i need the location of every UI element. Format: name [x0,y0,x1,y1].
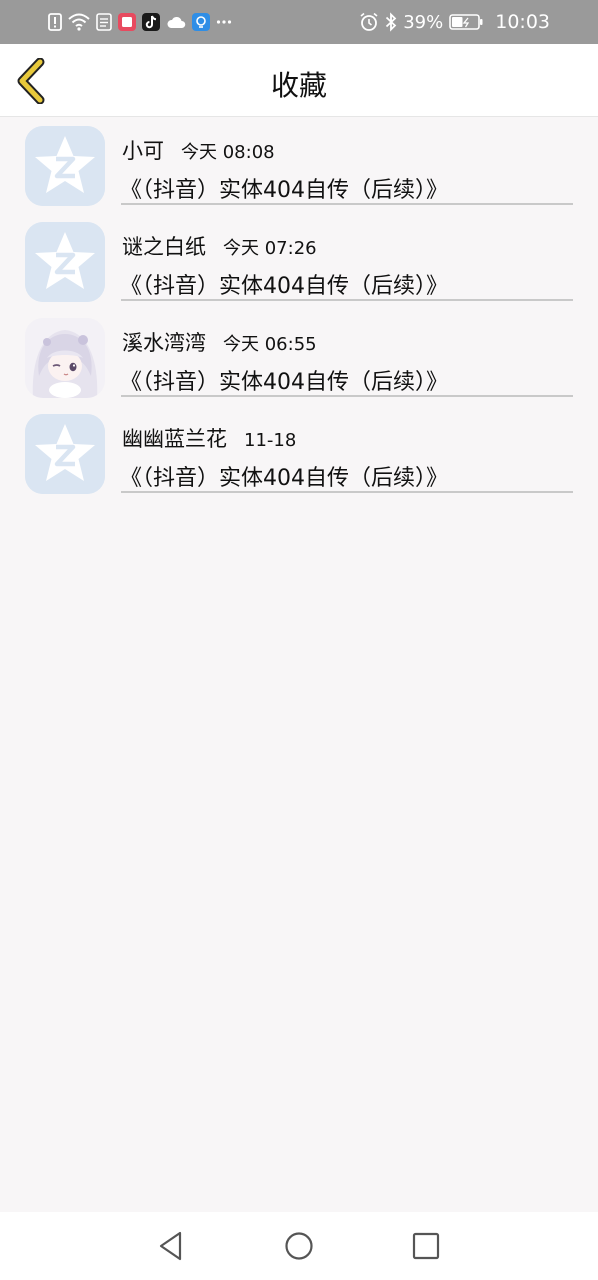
work-title: 《（抖音）实体404自传（后续）》 [120,274,448,299]
bulb-app-icon [192,13,210,31]
qzone-star-icon [25,222,105,302]
page-title: 收藏 [270,69,327,102]
work-title: 《（抖音）实体404自传（后续）》 [120,370,448,395]
list-item[interactable]: 小可 今天 08:08 《（抖音）实体404自传（后续）》 [0,117,598,213]
qzone-star-icon [25,414,105,494]
more-icon [216,19,232,25]
battery-icon [449,14,483,30]
red-app-icon [118,13,136,31]
tiktok-icon [142,13,160,31]
cloud-icon [166,14,186,30]
user-name: 谜之白纸 [122,235,206,259]
avatar [25,222,105,302]
notification-icons [48,11,232,33]
nav-back-button[interactable] [154,1229,188,1263]
back-triangle-icon [159,1231,182,1261]
timestamp: 今天 08:08 [181,142,275,163]
list-item[interactable]: 幽幽蓝兰花 11-18 《（抖音）实体404自传（后续）》 [0,405,598,501]
bluetooth-icon [385,12,397,32]
list-item[interactable]: 谜之白纸 今天 07:26 《（抖音）实体404自传（后续）》 [0,213,598,309]
work-title: 《（抖音）实体404自传（后续）》 [120,178,448,203]
divider [121,299,573,301]
system-status: 39% 10:03 [359,0,550,44]
home-circle-icon [285,1232,313,1260]
nav-recents-button[interactable] [409,1229,443,1263]
work-title: 《（抖音）实体404自传（后续）》 [120,466,448,491]
favorites-list: 小可 今天 08:08 《（抖音）实体404自传（后续）》 谜之白纸 今天 07… [0,117,598,501]
app-header: 收藏 [0,44,598,117]
alarm-icon [359,12,379,32]
anime-girl-avatar [25,318,105,398]
alert-icon [48,13,62,31]
timestamp: 今天 07:26 [223,238,317,259]
user-name: 小可 [122,139,164,163]
timestamp: 今天 06:55 [223,334,317,355]
qzone-star-icon [25,126,105,206]
avatar [25,126,105,206]
clock: 10:03 [495,11,550,33]
sim-icon [96,13,112,31]
avatar [25,414,105,494]
system-nav-bar [0,1212,598,1280]
recents-square-icon [412,1232,440,1260]
divider [121,395,573,397]
status-bar: 39% 10:03 [0,0,598,44]
wifi-icon [68,13,90,31]
timestamp: 11-18 [244,430,297,451]
user-name: 幽幽蓝兰花 [122,427,227,451]
list-item[interactable]: 溪水湾湾 今天 06:55 《（抖音）实体404自传（后续）》 [0,309,598,405]
battery-percent: 39% [403,11,444,33]
divider [121,203,573,205]
divider [121,491,573,493]
avatar [25,318,105,398]
user-name: 溪水湾湾 [122,331,206,355]
nav-home-button[interactable] [282,1229,316,1263]
